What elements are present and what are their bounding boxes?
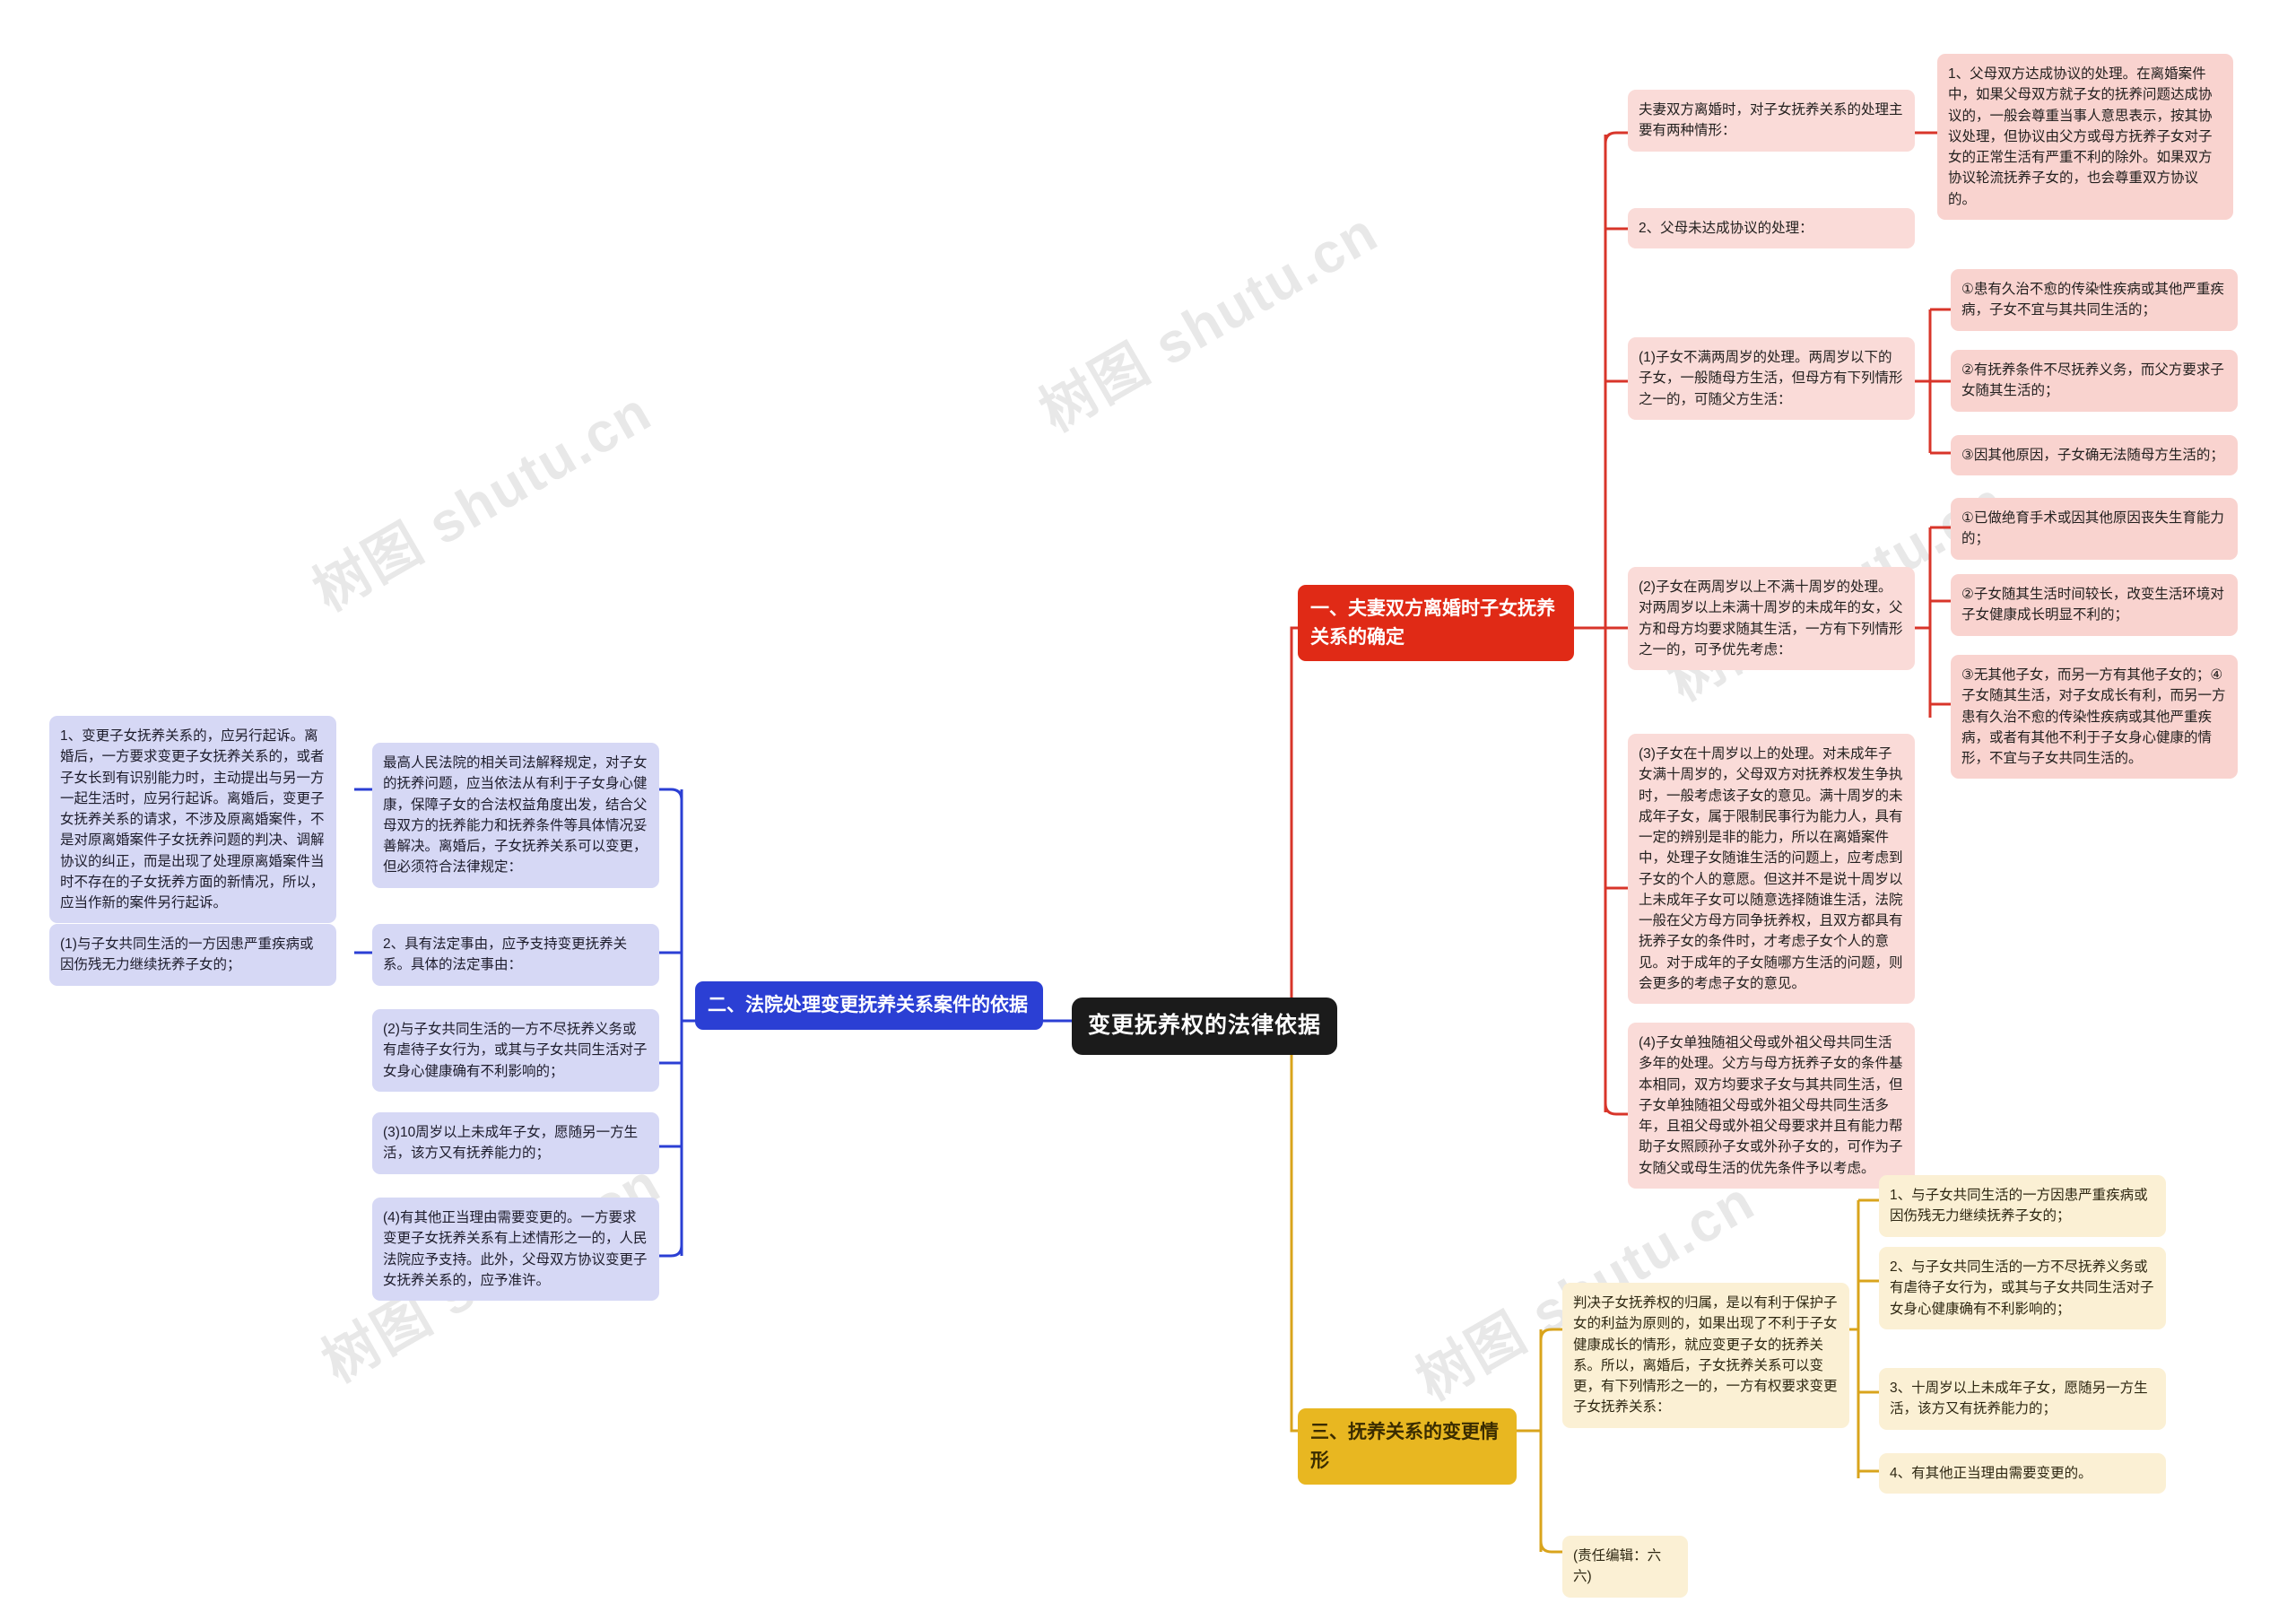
node-b2-ground-3[interactable]: (3)10周岁以上未成年子女，愿随另一方生活，该方又有抚养能力的； — [372, 1112, 659, 1174]
node-b1-grandparents[interactable]: (4)子女单独随祖父母或外祖父母共同生活多年的处理。父方与母方抚养子女的条件基本… — [1628, 1023, 1915, 1189]
node-b3-item-1[interactable]: 1、与子女共同生活的一方因患严重疾病或因伤残无力继续抚养子女的； — [1879, 1175, 2166, 1237]
node-b2-separate-lawsuit[interactable]: 1、变更子女抚养关系的，应另行起诉。离婚后，一方要求变更子女抚养关系的，或者子女… — [49, 716, 336, 924]
branch-node-3[interactable]: 三、抚养关系的变更情形 — [1298, 1408, 1517, 1485]
node-b1-two-to-ten[interactable]: (2)子女在两周岁以上不满十周岁的处理。对两周岁以上未满十周岁的未成年的女，父方… — [1628, 567, 1915, 670]
node-b3-intro[interactable]: 判决子女抚养权的归属，是以有利于保护子女的利益为原则的，如果出现了不利于子女健康… — [1562, 1283, 1849, 1428]
node-b2-ground-2[interactable]: (2)与子女共同生活的一方不尽抚养义务或有虐待子女行为，或其与子女共同生活对子女… — [372, 1009, 659, 1092]
node-b1-under-two-item-1[interactable]: ①患有久治不愈的传染性疾病或其他严重疾病，子女不宜与其共同生活的； — [1951, 269, 2238, 331]
branch-node-1[interactable]: 一、夫妻双方离婚时子女抚养关系的确定 — [1298, 585, 1574, 661]
node-b2-intro[interactable]: 最高人民法院的相关司法解释规定，对子女的抚养问题，应当依法从有利于子女身心健康，… — [372, 743, 659, 888]
mindmap-canvas: 树图 shutu.cn 树图 shutu.cn 树图 shutu.cn 树图 s… — [0, 0, 2296, 1603]
node-b1-under-two-item-3[interactable]: ③因其他原因，子女确无法随母方生活的； — [1951, 435, 2238, 476]
node-b3-item-3[interactable]: 3、十周岁以上未成年子女，愿随另一方生活，该方又有抚养能力的； — [1879, 1368, 2166, 1430]
node-b1-over-ten[interactable]: (3)子女在十周岁以上的处理。对未成年子女满十周岁的，父母双方对抚养权发生争执时… — [1628, 734, 1915, 1004]
node-b1-under-two-item-2[interactable]: ②有抚养条件不尽抚养义务，而父方要求子女随其生活的； — [1951, 350, 2238, 412]
node-b1-two-to-ten-item-2[interactable]: ②子女随其生活时间较长，改变生活环境对子女健康成长明显不利的； — [1951, 574, 2238, 636]
node-b1-two-to-ten-item-1[interactable]: ①已做绝育手术或因其他原因丧失生育能力的； — [1951, 498, 2238, 560]
node-editor-credit[interactable]: (责任编辑：六六) — [1562, 1536, 1688, 1598]
node-b3-item-4[interactable]: 4、有其他正当理由需要变更的。 — [1879, 1453, 2166, 1494]
node-b2-ground-4[interactable]: (4)有其他正当理由需要变更的。一方要求变更子女抚养关系有上述情形之一的，人民法… — [372, 1198, 659, 1301]
watermark: 树图 shutu.cn — [303, 379, 663, 623]
node-b1-under-two[interactable]: (1)子女不满两周岁的处理。两周岁以下的子女，一般随母方生活，但母方有下列情形之… — [1628, 337, 1915, 420]
watermark: 树图 shutu.cn — [1030, 200, 1389, 444]
node-b2-ground-1[interactable]: (1)与子女共同生活的一方因患严重疾病或因伤残无力继续抚养子女的； — [49, 924, 336, 986]
node-b1-no-agreement[interactable]: 2、父母未达成协议的处理： — [1628, 208, 1915, 249]
branch-node-2[interactable]: 二、法院处理变更抚养关系案件的依据 — [695, 981, 1043, 1030]
root-node[interactable]: 变更抚养权的法律依据 — [1072, 998, 1338, 1055]
node-b1-two-to-ten-item-3[interactable]: ③无其他子女，而另一方有其他子女的；④子女随其生活，对子女成长有利，而另一方患有… — [1951, 655, 2238, 780]
node-b3-item-2[interactable]: 2、与子女共同生活的一方不尽抚养义务或有虐待子女行为，或其与子女共同生活对子女身… — [1879, 1247, 2166, 1329]
node-b1-agreement-detail[interactable]: 1、父母双方达成协议的处理。在离婚案件中，如果父母双方就子女的抚养问题达成协议的… — [1937, 54, 2233, 220]
node-b2-legal-grounds[interactable]: 2、具有法定事由，应予支持变更抚养关系。具体的法定事由： — [372, 924, 659, 986]
node-b1-overview[interactable]: 夫妻双方离婚时，对子女抚养关系的处理主要有两种情形： — [1628, 90, 1915, 152]
